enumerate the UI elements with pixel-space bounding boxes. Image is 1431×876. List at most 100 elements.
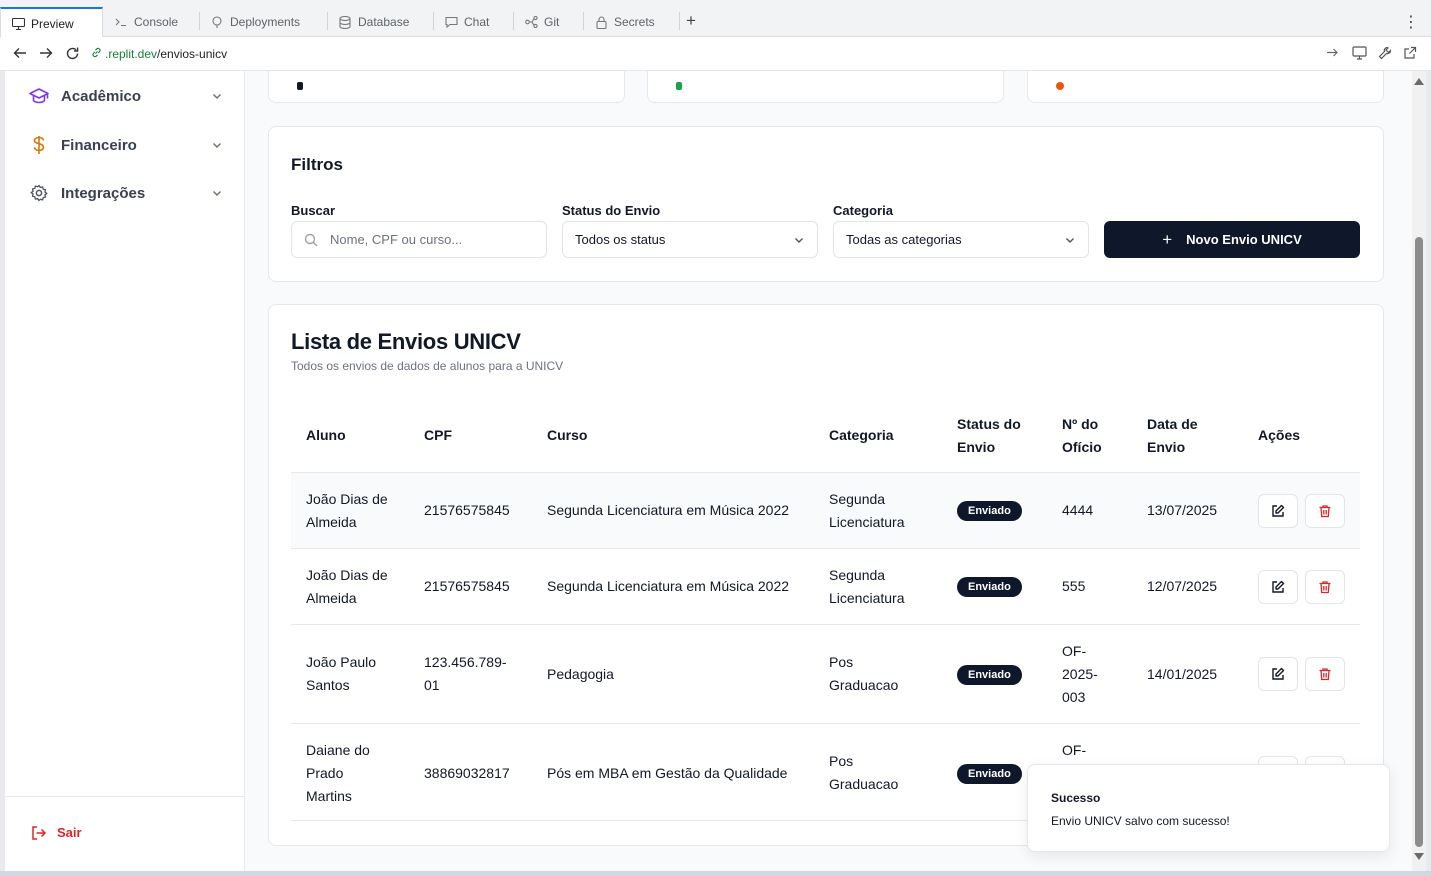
- wrench-icon[interactable]: [1378, 46, 1392, 65]
- cell-curso: Pós em MBA em Gestão da Qualidade: [547, 765, 788, 781]
- column-header-acoes: Ações: [1258, 427, 1301, 443]
- back-arrow-icon[interactable]: [13, 46, 29, 62]
- git-icon: [524, 15, 538, 29]
- trash-icon: [1319, 668, 1331, 681]
- logout-button[interactable]: Sair: [31, 825, 82, 840]
- cell-line: João Dias de: [306, 567, 388, 583]
- new-envio-button[interactable]: + Novo Envio UNICV: [1104, 221, 1360, 258]
- tab-label: Chat: [464, 15, 490, 29]
- external-link-icon[interactable]: [1403, 46, 1417, 65]
- edit-button[interactable]: [1258, 494, 1298, 528]
- category-select[interactable]: Todas as categorias: [833, 221, 1089, 258]
- cell-line: Martins: [306, 788, 352, 804]
- logout-label: Sair: [57, 825, 82, 840]
- toast-title: Sucesso: [1051, 791, 1101, 805]
- cell-line: Almeida: [306, 590, 357, 606]
- status-filter-label: Status do Envio: [562, 203, 661, 218]
- address-bar: .replit.dev/envios-unicv: [0, 37, 1431, 71]
- column-header-line: Envio: [1147, 439, 1186, 455]
- status-badge: Enviado: [957, 577, 1022, 597]
- cell-cpf: 21576575845: [424, 578, 510, 594]
- monitor-icon: [11, 17, 25, 31]
- table-row[interactable]: João Dias de Almeida 21576575845 Segunda…: [291, 548, 1360, 624]
- url-host: .replit.dev: [105, 47, 158, 61]
- success-toast[interactable]: Sucesso Envio UNICV salvo com sucesso!: [1027, 764, 1390, 852]
- url-path: /envios-unicv: [157, 47, 228, 61]
- tab-label: Secrets: [614, 15, 655, 29]
- edit-button[interactable]: [1258, 657, 1298, 691]
- url-field[interactable]: .replit.dev/envios-unicv: [91, 47, 227, 61]
- tab-database[interactable]: Database: [328, 7, 433, 37]
- status-select[interactable]: Todos os status: [562, 221, 818, 258]
- cell-curso: Segunda Licenciatura em Música 2022: [547, 502, 790, 518]
- column-header-categoria: Categoria: [829, 427, 894, 443]
- tab-preview[interactable]: Preview: [0, 7, 103, 38]
- cell-aluno: João Dias de Almeida: [306, 488, 388, 534]
- lock-icon: [594, 15, 608, 29]
- cell-line: Daiane do: [306, 742, 370, 758]
- category-filter-label: Categoria: [833, 203, 893, 218]
- cell-line: Graduacao: [829, 776, 899, 792]
- cell-line: Pos: [829, 753, 854, 769]
- stat-indicator: [297, 82, 303, 90]
- tab-deployments[interactable]: Deployments: [200, 7, 327, 37]
- edit-icon: [1272, 580, 1285, 593]
- column-header-line: Data de: [1147, 416, 1198, 432]
- tab-git[interactable]: Git: [514, 7, 583, 37]
- cell-cpf: 123.456.789- 01: [424, 651, 507, 697]
- trash-icon: [1319, 505, 1331, 518]
- status-badge: Enviado: [957, 501, 1022, 521]
- delete-button[interactable]: [1305, 570, 1345, 604]
- list-subtitle: Todos os envios de dados de alunos para …: [291, 359, 564, 373]
- column-header-line: Nº do: [1062, 416, 1099, 432]
- browser-tab-bar: Preview Console Deployments Database Cha…: [0, 0, 1431, 38]
- column-header-line: Status do: [957, 416, 1021, 432]
- devices-icon[interactable]: [1352, 46, 1368, 65]
- plus-icon: +: [1162, 229, 1173, 249]
- delete-button[interactable]: [1305, 494, 1345, 528]
- go-arrow-icon[interactable]: [1326, 46, 1339, 64]
- stat-card: [1027, 71, 1384, 103]
- table-row[interactable]: João Dias de Almeida 21576575845 Segunda…: [291, 472, 1360, 548]
- cell-categoria: Segunda Licenciatura: [829, 564, 905, 610]
- sidebar: Acadêmico Financeiro Integrações Sair: [5, 71, 245, 871]
- chevron-down-icon: [793, 234, 805, 246]
- chat-icon: [444, 15, 458, 29]
- forward-arrow-icon[interactable]: [39, 46, 55, 62]
- column-header-line: Envio: [957, 439, 996, 455]
- window-bottom-edge: [0, 871, 1431, 876]
- tab-chat[interactable]: Chat: [434, 7, 513, 37]
- tab-secrets[interactable]: Secrets: [584, 7, 679, 37]
- sidebar-item-academico[interactable]: Acadêmico: [29, 81, 225, 111]
- cell-aluno: João Dias de Almeida: [306, 564, 388, 610]
- cell-oficio: OF-: [1062, 742, 1087, 758]
- tab-console[interactable]: Console: [104, 7, 199, 37]
- search-input[interactable]: Nome, CPF ou curso...: [291, 221, 547, 258]
- scroll-up-arrow-icon[interactable]: [1414, 78, 1424, 85]
- deploy-icon: [210, 15, 224, 29]
- sidebar-item-integracoes[interactable]: Integrações: [29, 178, 225, 208]
- column-header-status: Status do Envio: [957, 413, 1021, 459]
- search-icon: [304, 233, 318, 247]
- table-row[interactable]: João Paulo Santos 123.456.789- 01 Pedago…: [291, 624, 1360, 723]
- scrollbar-thumb[interactable]: [1415, 237, 1423, 847]
- cell-aluno: Daiane do Prado Martins: [306, 739, 370, 808]
- reload-icon[interactable]: [65, 46, 81, 62]
- delete-button[interactable]: [1305, 657, 1345, 691]
- sidebar-item-financeiro[interactable]: Financeiro: [29, 130, 225, 160]
- database-icon: [338, 15, 352, 29]
- scroll-down-arrow-icon[interactable]: [1414, 853, 1424, 860]
- scrollbar[interactable]: [1412, 71, 1426, 871]
- app-viewport: Acadêmico Financeiro Integrações Sair Fi…: [5, 71, 1426, 871]
- cell-line: Prado: [306, 765, 344, 781]
- cell-line: Licenciatura: [829, 514, 905, 530]
- cell-line: 01: [424, 677, 440, 693]
- graduation-cap-icon: [29, 86, 49, 106]
- cell-data: 13/07/2025: [1147, 502, 1218, 518]
- toast-message: Envio UNICV salvo com sucesso!: [1051, 814, 1230, 828]
- cell-line: Santos: [306, 677, 350, 693]
- edit-button[interactable]: [1258, 570, 1298, 604]
- cell-line: 123.456.789-: [424, 654, 507, 670]
- new-tab-button[interactable]: +: [686, 12, 696, 30]
- more-options-icon[interactable]: ⋮: [1403, 12, 1419, 32]
